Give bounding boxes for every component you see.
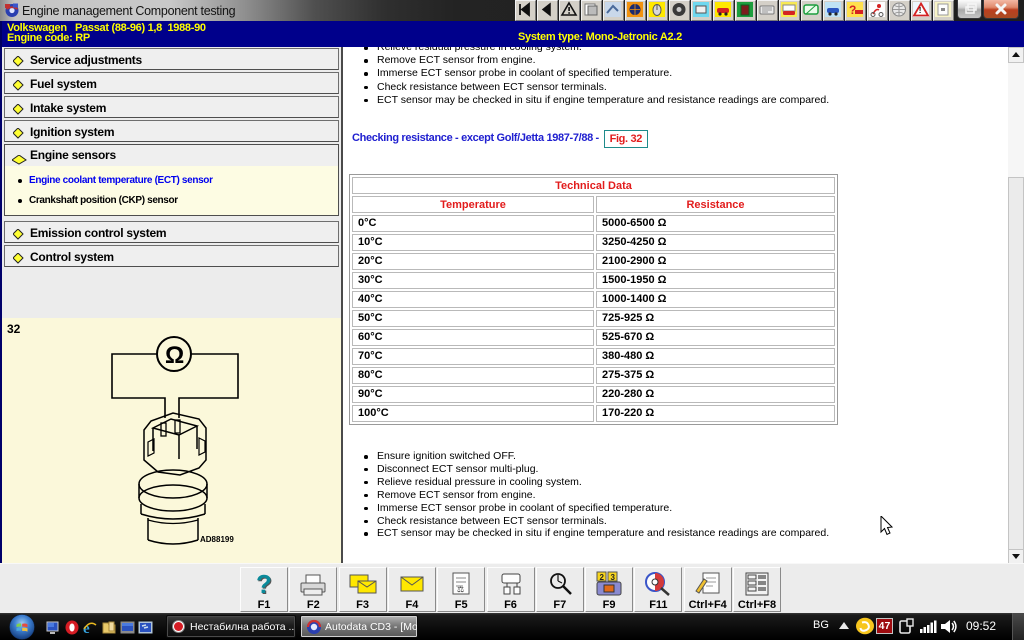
svg-text:3: 3 — [611, 573, 616, 582]
svg-text:!: ! — [919, 6, 922, 15]
svg-text:AD88199: AD88199 — [200, 535, 234, 544]
svg-text:2: 2 — [600, 573, 605, 582]
svg-text:?: ? — [256, 570, 272, 598]
svg-text:⚖: ⚖ — [457, 585, 464, 594]
svg-text:Ω: Ω — [165, 342, 184, 369]
